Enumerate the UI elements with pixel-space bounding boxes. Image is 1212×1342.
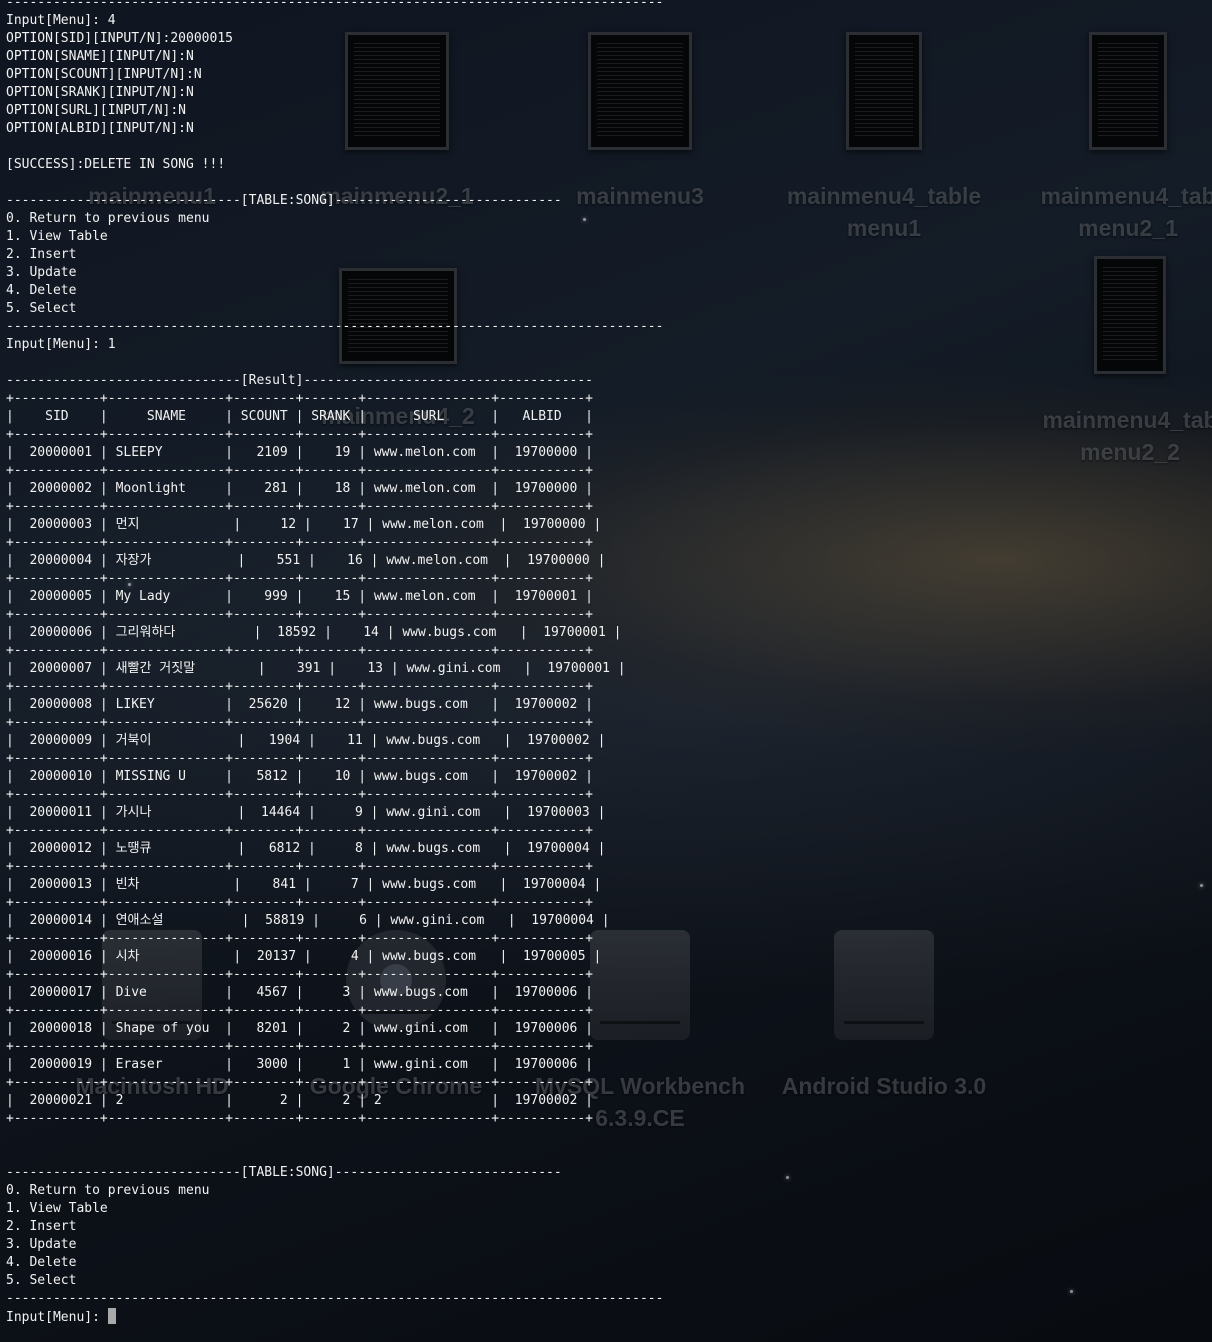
terminal-line: | 20000003 | 먼지 | 12 | 17 | www.melon.co… — [6, 517, 602, 532]
terminal-line: +-----------+---------------+--------+--… — [6, 643, 593, 658]
terminal-line: +-----------+---------------+--------+--… — [6, 571, 593, 586]
desktop-icon-label: mainmenu4_tab menu2_1 — [1040, 183, 1212, 241]
terminal-line: +-----------+---------------+--------+--… — [6, 679, 593, 694]
terminal-line: 2. Insert — [6, 247, 77, 262]
terminal-line: | 20000012 | 노땡큐 | 6812 | 8 | www.bugs.c… — [6, 841, 606, 856]
terminal-line: ----------------------------------------… — [6, 0, 664, 10]
terminal-line: +-----------+---------------+--------+--… — [6, 1075, 593, 1090]
desktop-icon-label: Android Studio 3.0 — [781, 1073, 987, 1099]
terminal-line: +-----------+---------------+--------+--… — [6, 751, 593, 766]
terminal-line: +-----------+---------------+--------+--… — [6, 931, 593, 946]
terminal-line: | 20000014 | 연애소설 | 58819 | 6 | www.gini… — [6, 913, 610, 928]
star — [1200, 884, 1203, 887]
terminal-line: +-----------+---------------+--------+--… — [6, 427, 593, 442]
terminal-line: 5. Select — [6, 301, 77, 316]
terminal-line: +-----------+---------------+--------+--… — [6, 787, 593, 802]
desktop-icon-mainmenu4-table-menu2-1[interactable]: mainmenu4_tab menu2_1 — [1008, 32, 1212, 244]
terminal-line: | 20000011 | 가시나 | 14464 | 9 | www.gini.… — [6, 805, 606, 820]
star — [1070, 1290, 1073, 1293]
terminal-line: +-----------+---------------+--------+--… — [6, 1039, 593, 1054]
terminal-line: | 20000010 | MISSING U | 5812 | 10 | www… — [6, 769, 593, 784]
document-thumbnail-icon — [846, 32, 922, 150]
terminal-line: | 20000004 | 자장가 | 551 | 16 | www.melon.… — [6, 553, 606, 568]
terminal-line: ----------------------------------------… — [6, 1291, 664, 1306]
terminal-line: OPTION[SID][INPUT/N]:20000015 — [6, 31, 233, 46]
terminal-line: 3. Update — [6, 265, 77, 280]
terminal-line: +-----------+---------------+--------+--… — [6, 967, 593, 982]
terminal-line: | 20000016 | 시차 | 20137 | 4 | www.bugs.c… — [6, 949, 602, 964]
terminal-line: 4. Delete — [6, 283, 77, 298]
terminal-line: | 20000006 | 그리워하다 | 18592 | 14 | www.bu… — [6, 625, 622, 640]
terminal-prompt-line[interactable]: Input[Menu]: — [6, 1308, 663, 1326]
terminal-line: 0. Return to previous menu — [6, 211, 210, 226]
hard-drive-icon — [834, 930, 934, 1040]
desktop-icon-android-studio[interactable]: Android Studio 3.0 — [764, 930, 1004, 1102]
terminal-line: +-----------+---------------+--------+--… — [6, 463, 593, 478]
terminal-line: ------------------------------[TABLE:SON… — [6, 193, 562, 208]
desktop-icon-label: mainmenu4_table menu1 — [786, 183, 982, 241]
terminal-line: | 20000013 | 빈차 | 841 | 7 | www.bugs.com… — [6, 877, 602, 892]
terminal-line: +-----------+---------------+--------+--… — [6, 1003, 593, 1018]
document-thumbnail-icon — [1094, 256, 1166, 374]
terminal-line: +-----------+---------------+--------+--… — [6, 715, 593, 730]
terminal-output[interactable]: ----------------------------------------… — [6, 0, 663, 1326]
terminal-line: 1. View Table — [6, 229, 108, 244]
terminal-line: OPTION[SURL][INPUT/N]:N — [6, 103, 187, 118]
terminal-line: Input[Menu]: 1 — [6, 337, 116, 352]
terminal-line: | 20000019 | Eraser | 3000 | 1 | www.gin… — [6, 1057, 593, 1072]
terminal-line: | 20000018 | Shape of you | 8201 | 2 | w… — [6, 1021, 593, 1036]
terminal-line: | SID | SNAME | SCOUNT | SRANK | SURL | … — [6, 409, 593, 424]
desktop-icon-label: mainmenu4_tab menu2_2 — [1042, 407, 1212, 465]
terminal-line: ------------------------------[Result]--… — [6, 373, 593, 388]
terminal-line: 3. Update — [6, 1237, 77, 1252]
terminal-line: +-----------+---------------+--------+--… — [6, 823, 593, 838]
terminal-line: | 20000008 | LIKEY | 25620 | 12 | www.bu… — [6, 697, 593, 712]
terminal-prompt: Input[Menu]: — [6, 1310, 108, 1325]
desktop-icon-mainmenu4-table-menu2-2[interactable]: mainmenu4_tab menu2_2 — [1010, 256, 1212, 468]
terminal-line: +-----------+---------------+--------+--… — [6, 1111, 593, 1126]
terminal-line: OPTION[SCOUNT][INPUT/N]:N — [6, 67, 202, 82]
terminal-line: +-----------+---------------+--------+--… — [6, 391, 593, 406]
terminal-line: [SUCCESS]:DELETE IN SONG !!! — [6, 157, 226, 172]
terminal-line: 5. Select — [6, 1273, 77, 1288]
terminal-line: +-----------+---------------+--------+--… — [6, 607, 593, 622]
terminal-line: | 20000021 | 2 | 2 | 2 | 2 | 19700002 | — [6, 1093, 593, 1108]
text-cursor — [107, 1308, 116, 1324]
terminal-line: ----------------------------------------… — [6, 319, 664, 334]
terminal-line: OPTION[SNAME][INPUT/N]:N — [6, 49, 194, 64]
terminal-line: OPTION[ALBID][INPUT/N]:N — [6, 121, 194, 136]
star — [786, 1176, 789, 1179]
terminal-line: +-----------+---------------+--------+--… — [6, 895, 593, 910]
terminal-line: +-----------+---------------+--------+--… — [6, 859, 593, 874]
terminal-line: +-----------+---------------+--------+--… — [6, 535, 593, 550]
terminal-line: 4. Delete — [6, 1255, 77, 1270]
terminal-line: 0. Return to previous menu — [6, 1183, 210, 1198]
terminal-line: | 20000005 | My Lady | 999 | 15 | www.me… — [6, 589, 593, 604]
terminal-line: 2. Insert — [6, 1219, 77, 1234]
terminal-line: | 20000009 | 거북이 | 1904 | 11 | www.bugs.… — [6, 733, 606, 748]
terminal-line: +-----------+---------------+--------+--… — [6, 499, 593, 514]
terminal-line: | 20000002 | Moonlight | 281 | 18 | www.… — [6, 481, 593, 496]
terminal-line: ------------------------------[TABLE:SON… — [6, 1165, 562, 1180]
terminal-line: Input[Menu]: 4 — [6, 13, 116, 28]
document-thumbnail-icon — [1089, 32, 1167, 150]
terminal-line: | 20000001 | SLEEPY | 2109 | 19 | www.me… — [6, 445, 593, 460]
terminal-line: | 20000007 | 새빨간 거짓말 | 391 | 13 | www.gi… — [6, 661, 626, 676]
terminal-line: | 20000017 | Dive | 4567 | 3 | www.bugs.… — [6, 985, 593, 1000]
terminal-line: OPTION[SRANK][INPUT/N]:N — [6, 85, 194, 100]
desktop-icon-mainmenu4-table-menu1[interactable]: mainmenu4_table menu1 — [764, 32, 1004, 244]
terminal-line: 1. View Table — [6, 1201, 108, 1216]
